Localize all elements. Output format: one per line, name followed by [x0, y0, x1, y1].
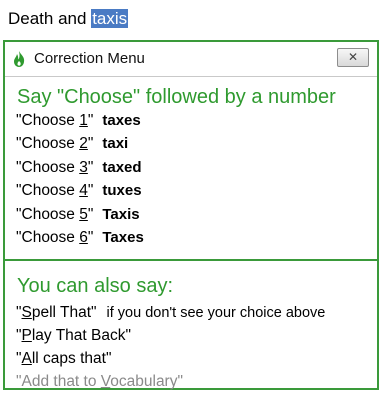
choice-prefix: "Choose: [16, 135, 80, 153]
also-say-heading: You can also say:: [17, 275, 174, 297]
command-rest: pell That": [31, 304, 97, 321]
choice-word: taxi: [102, 135, 129, 153]
command-hotkey: A: [21, 350, 32, 367]
choice-item-3[interactable]: "Choose 3" taxed: [16, 156, 144, 179]
menu-title: Correction Menu: [34, 50, 145, 67]
choice-number: 6: [79, 228, 88, 246]
choice-item-1[interactable]: "Choose 1" taxes: [16, 109, 144, 132]
choice-item-6[interactable]: "Choose 6" Taxes: [16, 226, 144, 249]
command-rest: lay That Back": [31, 327, 131, 344]
choose-prompt: Say "Choose" followed by a number: [17, 86, 336, 108]
document-text: Death and: [8, 9, 92, 28]
choice-suffix: ": [87, 205, 94, 223]
choice-number: 5: [79, 205, 88, 223]
command-hotkey: P: [21, 327, 32, 344]
flame-icon: [14, 51, 25, 67]
choice-item-2[interactable]: "Choose 2" taxi: [16, 132, 144, 155]
choice-word: tuxes: [102, 182, 142, 200]
menu-titlebar: Correction Menu ✕: [5, 42, 377, 77]
command-item-1[interactable]: "Spell That" if you don't see your choice…: [16, 301, 325, 324]
choice-suffix: ": [87, 135, 94, 153]
choice-prefix: "Choose: [16, 158, 80, 176]
command-item-2[interactable]: "Play That Back": [16, 324, 325, 347]
choice-suffix: ": [87, 228, 94, 246]
choice-prefix: "Choose: [16, 182, 80, 200]
close-icon: ✕: [347, 50, 359, 64]
command-rest: ll caps that": [31, 350, 112, 367]
choice-word: Taxes: [102, 228, 144, 246]
correction-menu: Correction Menu ✕ Say "Choose" followed …: [3, 40, 379, 390]
close-button[interactable]: ✕: [337, 48, 369, 67]
choice-list: "Choose 1" taxes "Choose 2" taxi "Choose 3" t…: [16, 109, 144, 249]
command-hint: if you don't see your choice above: [106, 305, 326, 321]
command-rest: ocabulary": [110, 373, 183, 390]
choice-suffix: ": [87, 112, 94, 129]
selected-text[interactable]: taxis: [91, 9, 129, 28]
command-hotkey: S: [21, 304, 32, 321]
choice-number: 2: [79, 135, 88, 153]
choice-item-5[interactable]: "Choose 5" Taxis: [16, 203, 144, 226]
command-hotkey: V: [100, 373, 111, 390]
choice-prefix: "Choose: [16, 205, 80, 223]
command-item-3[interactable]: "All caps that": [16, 347, 325, 370]
document-text-line[interactable]: Death and taxis: [8, 7, 129, 31]
choice-word: taxed: [102, 158, 142, 176]
command-item-4[interactable]: "Add that to Vocabulary": [16, 370, 325, 393]
choice-prefix: "Choose: [16, 228, 80, 246]
choice-number: 1: [79, 112, 88, 129]
choice-suffix: ": [87, 182, 94, 200]
command-list: "Spell That" if you don't see your choice…: [16, 301, 325, 393]
choice-number: 3: [79, 158, 88, 176]
command-open: "Add that to: [16, 373, 101, 390]
choice-number: 4: [79, 182, 88, 200]
choice-suffix: ": [87, 158, 94, 176]
choice-word: Taxis: [102, 205, 140, 223]
choice-prefix: "Choose: [16, 112, 80, 129]
section-divider: [5, 259, 377, 261]
choice-item-4[interactable]: "Choose 4" tuxes: [16, 179, 144, 202]
choice-word: taxes: [102, 112, 141, 129]
